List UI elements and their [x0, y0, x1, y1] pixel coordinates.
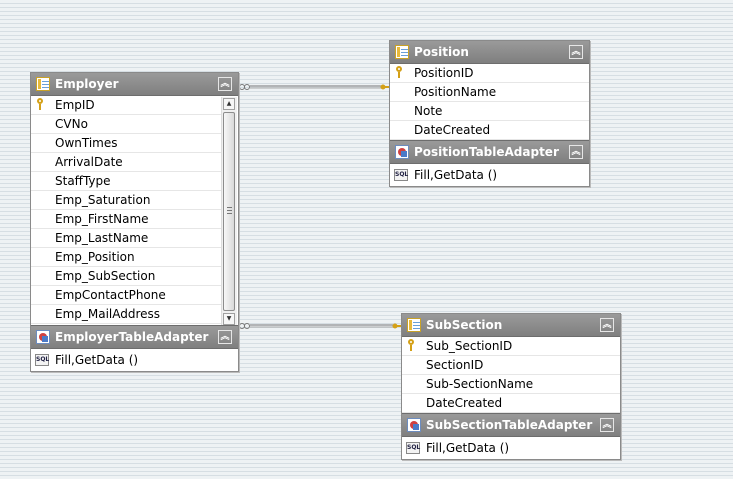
column-row[interactable]: Emp_Saturation: [31, 191, 222, 210]
subsection-columns: Sub_SectionID SectionID Sub-SectionName Dat…: [402, 337, 620, 413]
column-row[interactable]: Sub_SectionID: [402, 337, 620, 356]
scroll-thumb[interactable]: [223, 112, 235, 311]
column-row[interactable]: DateCreated: [390, 121, 589, 140]
subsection-adapter-method[interactable]: SQL Fill,GetData (): [402, 437, 620, 459]
subsection-adapter-title: SubSectionTableAdapter: [426, 418, 593, 432]
column-row[interactable]: DateCreated: [402, 394, 620, 413]
method-label: Fill,GetData (): [55, 353, 139, 367]
column-row[interactable]: ArrivalDate: [31, 153, 222, 172]
column-row[interactable]: OwnTimes: [31, 134, 222, 153]
collapse-chevron-icon[interactable]: ︽: [600, 418, 614, 432]
employer-adapter-title: EmployerTableAdapter: [55, 330, 209, 344]
method-label: Fill,GetData (): [426, 441, 510, 455]
relation-employer-subsection[interactable]: [238, 319, 405, 333]
position-adapter-title: PositionTableAdapter: [414, 145, 559, 159]
position-header[interactable]: Position ︽: [390, 41, 589, 64]
scroll-up-button[interactable]: ▲: [223, 98, 235, 110]
subsection-header[interactable]: SubSection ︽: [402, 314, 620, 337]
column-name: Emp_Position: [55, 250, 135, 264]
column-name: Emp_MailAddress: [55, 307, 161, 321]
column-row[interactable]: Emp_SubSection: [31, 267, 222, 286]
key-icon: [395, 66, 404, 78]
position-title: Position: [414, 45, 469, 59]
key-icon: [407, 339, 416, 351]
column-name: DateCreated: [426, 396, 503, 410]
collapse-chevron-icon[interactable]: ︽: [218, 330, 232, 344]
datatable-icon: [407, 318, 421, 332]
tableadapter-icon: [36, 330, 50, 344]
position-datatable[interactable]: Position ︽ PositionID PositionName Note Dat…: [389, 40, 590, 187]
column-row[interactable]: Emp_Position: [31, 248, 222, 267]
column-row[interactable]: Note: [390, 102, 589, 121]
column-row[interactable]: Emp_FirstName: [31, 210, 222, 229]
position-columns: PositionID PositionName Note DateCreated: [390, 64, 589, 140]
collapse-chevron-icon[interactable]: ︽: [569, 145, 583, 159]
column-name: Emp_LastName: [55, 231, 149, 245]
column-row[interactable]: PositionName: [390, 83, 589, 102]
column-name: Emp_FirstName: [55, 212, 149, 226]
employer-title: Employer: [55, 77, 119, 91]
subsection-title: SubSection: [426, 318, 503, 332]
column-name: Note: [414, 104, 443, 118]
sql-icon: SQL: [406, 442, 420, 454]
column-name: ArrivalDate: [55, 155, 123, 169]
position-adapter-method[interactable]: SQL Fill,GetData (): [390, 164, 589, 186]
collapse-chevron-icon[interactable]: ︽: [600, 318, 614, 332]
column-name: CVNo: [55, 117, 88, 131]
position-adapter-header[interactable]: PositionTableAdapter ︽: [390, 140, 589, 164]
collapse-chevron-icon[interactable]: ︽: [218, 77, 232, 91]
key-icon: [36, 98, 45, 110]
datatable-icon: [395, 45, 409, 59]
datatable-icon: [36, 77, 50, 91]
employer-scrollbar[interactable]: ▲ ▼: [221, 97, 237, 326]
column-name: OwnTimes: [55, 136, 118, 150]
employer-adapter-header[interactable]: EmployerTableAdapter ︽: [31, 325, 238, 349]
column-name: PositionID: [414, 66, 474, 80]
tableadapter-icon: [407, 418, 421, 432]
column-name: Sub_SectionID: [426, 339, 513, 353]
column-row[interactable]: PositionID: [390, 64, 589, 83]
column-name: EmpContactPhone: [55, 288, 166, 302]
column-row[interactable]: Emp_LastName: [31, 229, 222, 248]
employer-datatable[interactable]: Employer ︽ EmpID CVNo OwnTimes ArrivalDate S…: [30, 72, 239, 372]
column-row[interactable]: Sub-SectionName: [402, 375, 620, 394]
collapse-chevron-icon[interactable]: ︽: [569, 45, 583, 59]
column-row[interactable]: StaffType: [31, 172, 222, 191]
column-name: Sub-SectionName: [426, 377, 534, 391]
column-name: DateCreated: [414, 123, 491, 137]
employer-adapter-method[interactable]: SQL Fill,GetData (): [31, 349, 238, 371]
column-name: EmpID: [55, 98, 95, 112]
column-name: PositionName: [414, 85, 497, 99]
tableadapter-icon: [395, 145, 409, 159]
column-name: SectionID: [426, 358, 484, 372]
employer-columns: EmpID CVNo OwnTimes ArrivalDate StaffType Emp…: [31, 96, 238, 325]
sql-icon: SQL: [394, 169, 408, 181]
employer-header[interactable]: Employer ︽: [31, 73, 238, 96]
relation-employer-position[interactable]: [238, 80, 393, 94]
column-row[interactable]: EmpID: [31, 96, 222, 115]
column-row[interactable]: EmpContactPhone: [31, 286, 222, 305]
column-name: StaffType: [55, 174, 111, 188]
column-row[interactable]: Emp_MailAddress: [31, 305, 222, 324]
subsection-adapter-header[interactable]: SubSectionTableAdapter ︽: [402, 413, 620, 437]
column-name: Emp_SubSection: [55, 269, 156, 283]
scroll-down-button[interactable]: ▼: [223, 313, 235, 325]
column-row[interactable]: SectionID: [402, 356, 620, 375]
column-row[interactable]: CVNo: [31, 115, 222, 134]
sql-icon: SQL: [35, 354, 49, 366]
column-name: Emp_Saturation: [55, 193, 151, 207]
method-label: Fill,GetData (): [414, 168, 498, 182]
subsection-datatable[interactable]: SubSection ︽ Sub_SectionID SectionID Sub-S…: [401, 313, 621, 460]
